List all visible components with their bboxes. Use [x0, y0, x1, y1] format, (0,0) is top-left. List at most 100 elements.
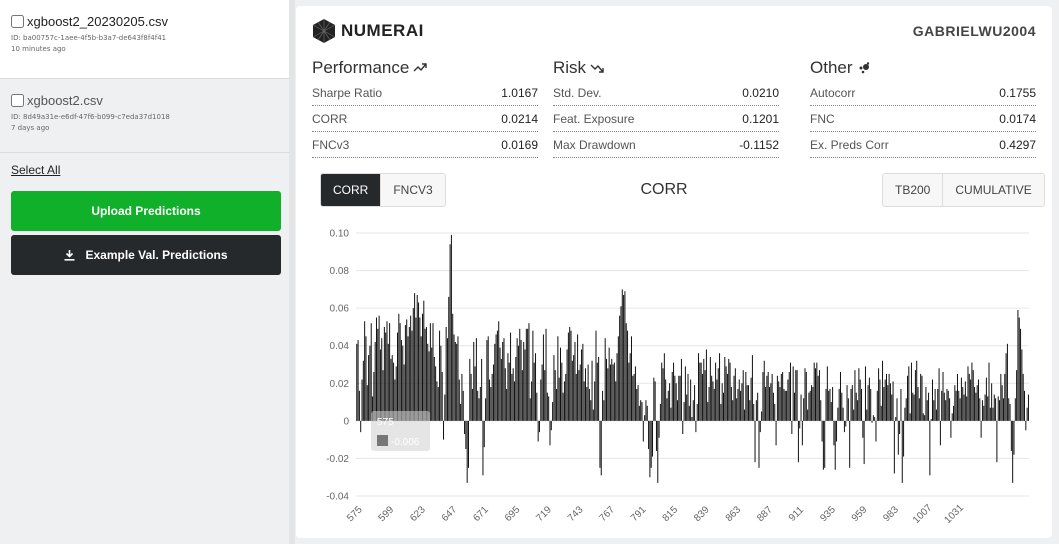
corr-bar[interactable]	[845, 420, 847, 427]
corr-bar[interactable]	[828, 390, 830, 421]
corr-bar[interactable]	[478, 398, 480, 421]
corr-bar[interactable]	[569, 326, 571, 421]
corr-bar[interactable]	[985, 377, 987, 421]
corr-bar[interactable]	[997, 396, 999, 421]
corr-bar[interactable]	[884, 379, 886, 421]
corr-bar[interactable]	[972, 370, 974, 421]
corr-bar[interactable]	[762, 372, 764, 421]
corr-bar[interactable]	[582, 343, 584, 421]
corr-bar[interactable]	[909, 413, 911, 421]
corr-bar[interactable]	[1004, 373, 1006, 421]
corr-bar[interactable]	[861, 388, 863, 421]
corr-bar[interactable]	[1026, 407, 1028, 421]
corr-bar[interactable]	[527, 328, 529, 421]
corr-bar[interactable]	[586, 387, 588, 421]
corr-bar[interactable]	[628, 362, 630, 421]
corr-bar[interactable]	[683, 402, 685, 421]
corr-bar[interactable]	[889, 383, 891, 421]
corr-bar[interactable]	[427, 343, 429, 421]
corr-bar[interactable]	[461, 373, 463, 421]
corr-bar[interactable]	[1018, 317, 1020, 421]
corr-bar[interactable]	[561, 362, 563, 421]
corr-bar[interactable]	[375, 317, 377, 421]
corr-bar[interactable]	[811, 385, 813, 421]
corr-bar[interactable]	[632, 375, 634, 421]
corr-bar[interactable]	[849, 420, 851, 468]
corr-bar[interactable]	[357, 340, 359, 421]
corr-bar[interactable]	[594, 381, 596, 421]
corr-bar[interactable]	[799, 420, 801, 429]
corr-bar[interactable]	[736, 398, 738, 421]
corr-bar[interactable]	[627, 330, 629, 421]
corr-bar[interactable]	[536, 392, 538, 421]
corr-bar[interactable]	[895, 417, 897, 421]
corr-bar[interactable]	[440, 345, 442, 421]
corr-bar[interactable]	[863, 420, 865, 465]
corr-bar[interactable]	[492, 364, 494, 421]
corr-bar[interactable]	[482, 420, 484, 476]
corr-bar[interactable]	[995, 398, 997, 421]
corr-bar[interactable]	[546, 392, 548, 421]
corr-bar[interactable]	[574, 341, 576, 421]
corr-bar[interactable]	[742, 370, 744, 421]
corr-bar[interactable]	[450, 234, 452, 421]
corr-bar[interactable]	[953, 405, 955, 421]
corr-bar[interactable]	[494, 343, 496, 421]
corr-bar[interactable]	[412, 308, 414, 421]
corr-bar[interactable]	[958, 390, 960, 421]
corr-bar[interactable]	[481, 358, 483, 421]
corr-bar[interactable]	[744, 409, 746, 421]
corr-bar[interactable]	[745, 372, 747, 421]
corr-bar[interactable]	[922, 413, 924, 421]
corr-bar[interactable]	[826, 366, 828, 421]
corr-bar[interactable]	[607, 368, 609, 421]
corr-bar[interactable]	[421, 313, 423, 421]
corr-bar[interactable]	[528, 323, 530, 421]
corr-bar[interactable]	[644, 415, 646, 421]
corr-bar[interactable]	[623, 294, 625, 421]
corr-bar[interactable]	[517, 345, 519, 421]
corr-bar[interactable]	[913, 394, 915, 421]
corr-bar[interactable]	[868, 377, 870, 421]
corr-bar[interactable]	[874, 417, 876, 421]
corr-bar[interactable]	[479, 387, 481, 421]
corr-bar[interactable]	[712, 381, 714, 421]
corr-bar[interactable]	[538, 420, 540, 433]
corr-bar[interactable]	[763, 360, 765, 421]
corr-bar[interactable]	[1002, 398, 1004, 421]
corr-bar[interactable]	[921, 375, 923, 421]
corr-bar[interactable]	[657, 420, 659, 483]
corr-bar[interactable]	[949, 398, 951, 421]
corr-bar[interactable]	[386, 321, 388, 421]
corr-bar[interactable]	[899, 420, 901, 435]
corr-bar[interactable]	[1024, 390, 1026, 421]
corr-bar[interactable]	[602, 390, 604, 421]
corr-bar[interactable]	[565, 373, 567, 421]
corr-bar[interactable]	[432, 323, 434, 421]
corr-bar[interactable]	[720, 403, 722, 421]
corr-bar[interactable]	[703, 358, 705, 421]
corr-bar[interactable]	[583, 381, 585, 421]
corr-bar[interactable]	[786, 390, 788, 421]
corr-bar[interactable]	[431, 347, 433, 421]
corr-bar[interactable]	[549, 420, 551, 446]
corr-bar[interactable]	[962, 387, 964, 421]
upload-predictions-button[interactable]: Upload Predictions	[11, 191, 281, 231]
corr-bar[interactable]	[374, 341, 376, 421]
corr-bar[interactable]	[379, 349, 381, 421]
corr-bar[interactable]	[515, 356, 517, 421]
corr-bar[interactable]	[700, 362, 702, 421]
corr-bar[interactable]	[750, 377, 752, 421]
corr-bar[interactable]	[550, 420, 552, 431]
corr-bar[interactable]	[941, 390, 943, 421]
corr-bar[interactable]	[630, 336, 632, 421]
corr-bar[interactable]	[817, 375, 819, 421]
corr-bar[interactable]	[767, 372, 769, 421]
corr-bar[interactable]	[737, 388, 739, 421]
corr-bar[interactable]	[633, 373, 635, 421]
corr-bar[interactable]	[904, 407, 906, 421]
corr-bar[interactable]	[418, 302, 420, 421]
corr-bar[interactable]	[592, 409, 594, 421]
corr-bar[interactable]	[470, 373, 472, 421]
corr-bar[interactable]	[723, 392, 724, 421]
